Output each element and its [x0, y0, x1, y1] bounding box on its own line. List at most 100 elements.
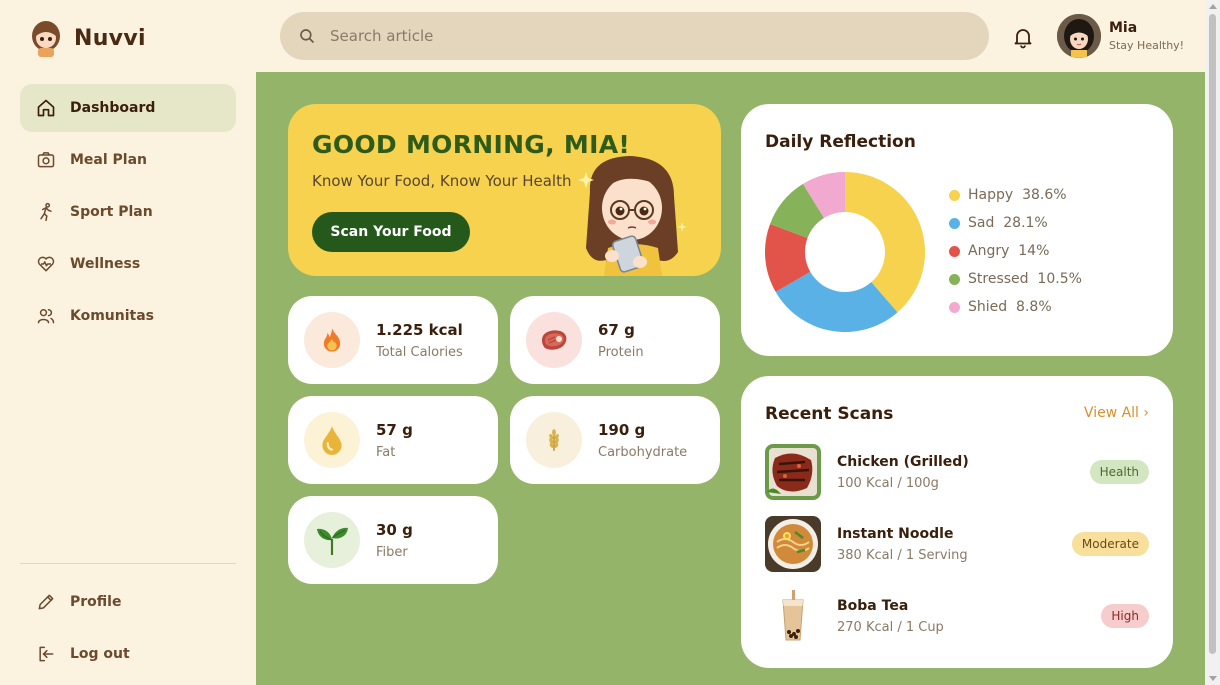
legend-item-sad: Sad 28.1%: [949, 209, 1082, 237]
recent-scans-card: Recent Scans View All › Chicken (Grilled…: [741, 376, 1173, 668]
greeting-card: GOOD MORNING, MIA! Know Your Food, Know …: [288, 104, 721, 276]
stat-value: 1.225 kcal: [376, 320, 463, 339]
legend-dot: [949, 273, 960, 285]
scrollbar-thumb[interactable]: [1209, 14, 1216, 654]
legend-dot: [949, 245, 960, 257]
search-input[interactable]: [330, 27, 930, 45]
legend-item-angry: Angry 14%: [949, 237, 1082, 265]
scan-meta: 100 Kcal / 100g: [837, 475, 939, 491]
sidebar-item-label: Dashboard: [70, 100, 156, 116]
list-item[interactable]: Chicken (Grilled) 100 Kcal / 100g Health: [765, 444, 1149, 500]
recent-scans-title: Recent Scans: [765, 404, 894, 424]
scroll-up-icon[interactable]: [1209, 4, 1217, 9]
users-icon: [37, 309, 55, 324]
fire-icon: [304, 312, 360, 368]
legend-label: Happy 38.6%: [968, 187, 1067, 203]
sidebar-bottom-nav: Profile Log out: [20, 578, 236, 682]
sidebar-divider: [20, 563, 236, 564]
scroll-down-icon[interactable]: [1209, 676, 1217, 681]
stat-label: Total Calories: [376, 344, 463, 360]
page-scrollbar[interactable]: [1205, 0, 1220, 685]
list-item[interactable]: Boba Tea 270 Kcal / 1 Cup High: [765, 588, 1149, 644]
brand[interactable]: Nuvvi: [28, 18, 146, 58]
stat-value: 190 g: [598, 420, 646, 439]
sidebar-item-label: Profile: [70, 594, 122, 610]
noodle-bowl-image: [765, 516, 821, 572]
stat-value: 57 g: [376, 420, 413, 439]
sidebar-item-label: Log out: [70, 646, 130, 662]
greeting-subtitle: Know Your Food, Know Your Health: [312, 172, 572, 190]
scan-name: Instant Noodle: [837, 525, 954, 542]
legend-item-shied: Shied 8.8%: [949, 293, 1082, 321]
mascot-girl-icon: [578, 156, 687, 276]
scan-name: Chicken (Grilled): [837, 453, 969, 470]
search-bar[interactable]: [280, 12, 989, 60]
scan-food-button[interactable]: Scan Your Food: [312, 212, 470, 252]
stat-card-carbohydrate[interactable]: 190 g Carbohydrate: [510, 396, 720, 484]
status-badge: Health: [1089, 460, 1149, 484]
legend-label: Angry 14%: [968, 243, 1050, 259]
sidebar-item-profile[interactable]: Profile: [20, 578, 236, 626]
home-icon: [37, 99, 55, 117]
stat-card-fat[interactable]: 57 g Fat: [288, 396, 498, 484]
reflection-title: Daily Reflection: [765, 132, 916, 152]
search-icon: [300, 29, 314, 43]
daily-reflection-card: Daily Reflection Happy 38.6% Sad 28.1% Ang…: [741, 104, 1173, 356]
sprout-icon: [304, 512, 360, 568]
user-profile[interactable]: Mia Stay Healthy!: [1057, 14, 1184, 58]
wheat-icon: [526, 412, 582, 468]
heart-pulse-icon: [37, 256, 55, 272]
donut-chart: [765, 172, 925, 332]
sidebar-item-label: Komunitas: [70, 308, 155, 324]
stat-card-fiber[interactable]: 30 g Fiber: [288, 496, 498, 584]
oil-drop-icon: [304, 412, 360, 468]
sidebar-item-meal-plan[interactable]: Meal Plan: [20, 136, 236, 184]
sidebar-item-label: Sport Plan: [70, 204, 153, 220]
camera-icon: [37, 152, 55, 168]
list-item[interactable]: Instant Noodle 380 Kcal / 1 Serving Mode…: [765, 516, 1149, 572]
steak-icon: [526, 312, 582, 368]
brand-logo-icon: [28, 18, 64, 58]
view-all-link[interactable]: View All ›: [1084, 405, 1149, 421]
scan-meta: 270 Kcal / 1 Cup: [837, 619, 944, 635]
brand-name: Nuvvi: [74, 25, 146, 51]
sidebar-item-wellness[interactable]: Wellness: [20, 240, 236, 288]
legend-label: Stressed 10.5%: [968, 271, 1082, 287]
status-badge: High: [1101, 604, 1149, 628]
stat-label: Protein: [598, 344, 644, 360]
stat-card-protein[interactable]: 67 g Protein: [510, 296, 720, 384]
stat-label: Fat: [376, 444, 396, 460]
sidebar-item-logout[interactable]: Log out: [20, 630, 236, 678]
legend-item-happy: Happy 38.6%: [949, 181, 1082, 209]
legend-label: Sad 28.1%: [968, 215, 1048, 231]
chart-legend: Happy 38.6% Sad 28.1% Angry 14% Stressed 10…: [949, 181, 1082, 321]
avatar: [1057, 14, 1101, 58]
boba-tea-image: [765, 588, 821, 644]
stat-value: 67 g: [598, 320, 635, 339]
user-name: Mia: [1109, 20, 1138, 36]
legend-dot: [949, 189, 960, 201]
main-nav: Dashboard Meal Plan Sport Plan Wellness …: [20, 84, 236, 344]
scan-name: Boba Tea: [837, 597, 909, 614]
stat-label: Carbohydrate: [598, 444, 688, 460]
runner-icon: [40, 202, 52, 222]
grilled-chicken-image: [765, 444, 821, 500]
logout-icon: [39, 646, 54, 662]
legend-item-stressed: Stressed 10.5%: [949, 265, 1082, 293]
stat-value: 30 g: [376, 520, 413, 539]
status-badge: Moderate: [1071, 532, 1149, 556]
sidebar-item-komunitas[interactable]: Komunitas: [20, 292, 236, 340]
stat-card-calories[interactable]: 1.225 kcal Total Calories: [288, 296, 498, 384]
legend-label: Shied 8.8%: [968, 299, 1052, 315]
sidebar-item-label: Meal Plan: [70, 152, 148, 168]
scan-meta: 380 Kcal / 1 Serving: [837, 547, 968, 563]
user-subtitle: Stay Healthy!: [1109, 39, 1185, 52]
sidebar-item-dashboard[interactable]: Dashboard: [20, 84, 236, 132]
notification-bell-icon[interactable]: [1011, 25, 1035, 49]
legend-dot: [949, 301, 960, 313]
sidebar-item-sport-plan[interactable]: Sport Plan: [20, 188, 236, 236]
pencil-icon: [38, 594, 54, 610]
sidebar: Nuvvi Dashboard Meal Plan Sport Plan Wel…: [0, 0, 256, 685]
stat-label: Fiber: [376, 544, 408, 560]
sidebar-item-label: Wellness: [70, 256, 141, 272]
